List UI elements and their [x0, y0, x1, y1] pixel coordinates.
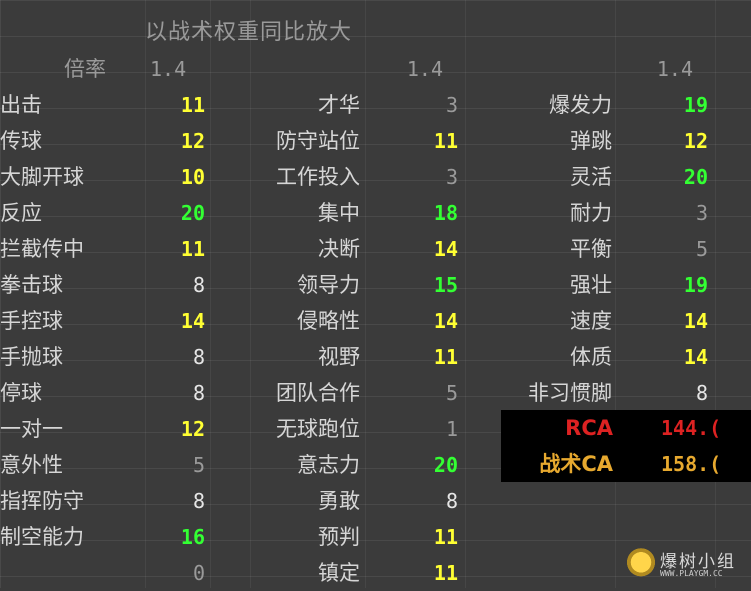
attribute-label: 决断	[318, 237, 360, 261]
attribute-value: 20	[180, 201, 205, 225]
attribute-label: 指挥防守	[0, 489, 84, 513]
attribute-value: 14	[683, 309, 708, 333]
attribute-label: 平衡	[570, 237, 612, 261]
grid-column-line	[715, 0, 716, 588]
attribute-value: 5	[192, 453, 205, 477]
rca-value: 144.(	[661, 416, 722, 440]
attribute-label: 拳击球	[0, 273, 63, 297]
ratio-value-col2: 1.4	[406, 57, 443, 81]
grid-column-line	[365, 0, 366, 588]
attribute-label: 侵略性	[297, 309, 360, 333]
attribute-value: 12	[683, 129, 708, 153]
rca-label: RCA	[565, 416, 613, 440]
attribute-value: 11	[433, 561, 458, 585]
attribute-label: 停球	[0, 381, 42, 405]
watermark: 爆树小组 WWW.PLAYGM.CC	[620, 545, 750, 585]
attribute-value: 11	[433, 345, 458, 369]
attribute-value: 8	[192, 381, 205, 405]
attribute-value: 20	[433, 453, 458, 477]
attribute-value: 19	[683, 273, 708, 297]
attribute-label: 大脚开球	[0, 165, 84, 189]
tactical-ca-value: 158.(	[661, 452, 722, 476]
ca-summary-box: RCA 144.( 战术CA 158.(	[501, 410, 751, 482]
attribute-label: 意志力	[297, 453, 360, 477]
attribute-label: 集中	[318, 201, 360, 225]
attribute-label: 弹跳	[570, 129, 612, 153]
attribute-label: 非习惯脚	[528, 381, 612, 405]
attribute-label: 手抛球	[0, 345, 63, 369]
attribute-value: 14	[683, 345, 708, 369]
attribute-label: 耐力	[570, 201, 612, 225]
attribute-label: 传球	[0, 129, 42, 153]
attribute-label: 领导力	[297, 273, 360, 297]
attribute-label	[0, 555, 110, 591]
attribute-value: 8	[192, 489, 205, 513]
attribute-value: 5	[695, 237, 708, 261]
attribute-label: 反应	[0, 201, 42, 225]
attribute-value: 8	[192, 345, 205, 369]
sheet-title: 以战术权重同比放大	[145, 20, 353, 45]
attribute-value: 14	[180, 309, 205, 333]
attribute-label: 才华	[318, 93, 360, 117]
grid-column-line	[615, 0, 616, 588]
attribute-value: 1	[445, 417, 458, 441]
ratio-label: 倍率	[64, 57, 106, 81]
attribute-value: 14	[433, 237, 458, 261]
attribute-label: 无球跑位	[276, 417, 360, 441]
attribute-label: 体质	[570, 345, 612, 369]
attribute-value: 5	[445, 381, 458, 405]
attribute-value: 11	[433, 129, 458, 153]
attribute-label: 一对一	[0, 417, 63, 441]
grid-column-line	[465, 0, 466, 588]
attribute-label: 视野	[318, 345, 360, 369]
attribute-label: 爆发力	[549, 93, 612, 117]
attribute-value: 20	[683, 165, 708, 189]
attribute-value: 19	[683, 93, 708, 117]
attribute-value: 11	[433, 525, 458, 549]
attribute-label: 拦截传中	[0, 237, 84, 261]
watermark-url: WWW.PLAYGM.CC	[660, 569, 723, 578]
sheet-grid	[0, 0, 751, 588]
attribute-value: 11	[180, 93, 205, 117]
attribute-value: 18	[433, 201, 458, 225]
attribute-label: 防守站位	[276, 129, 360, 153]
attribute-label: 出击	[0, 93, 42, 117]
attribute-value: 14	[433, 309, 458, 333]
attribute-label: 制空能力	[0, 525, 84, 549]
ratio-value-col1: 1.4	[150, 57, 187, 81]
attribute-label: 灵活	[570, 165, 612, 189]
attribute-value: 15	[433, 273, 458, 297]
watermark-logo-icon	[624, 547, 658, 581]
attribute-label: 镇定	[318, 561, 360, 585]
attribute-label: 速度	[570, 309, 612, 333]
attribute-value: 3	[445, 93, 458, 117]
attribute-value: 0	[192, 561, 205, 585]
attribute-label: 预判	[318, 525, 360, 549]
attribute-value: 3	[445, 165, 458, 189]
attribute-value: 8	[445, 489, 458, 513]
attribute-value: 3	[695, 201, 708, 225]
attribute-label: 强壮	[570, 273, 612, 297]
tactical-ca-label: 战术CA	[539, 452, 613, 476]
attribute-value: 8	[192, 273, 205, 297]
attribute-value: 12	[180, 129, 205, 153]
attribute-label: 团队合作	[276, 381, 360, 405]
attribute-value: 12	[180, 417, 205, 441]
attribute-value: 11	[180, 237, 205, 261]
ratio-value-col3: 1.4	[656, 57, 693, 81]
attribute-value: 10	[180, 165, 205, 189]
attribute-value: 16	[180, 525, 205, 549]
grid-column-line	[145, 0, 146, 588]
attribute-label: 手控球	[0, 309, 63, 333]
attribute-value: 8	[695, 381, 708, 405]
attribute-label: 意外性	[0, 453, 63, 477]
grid-column-line	[210, 0, 211, 588]
attribute-label: 工作投入	[276, 165, 360, 189]
attribute-label: 勇敢	[318, 489, 360, 513]
